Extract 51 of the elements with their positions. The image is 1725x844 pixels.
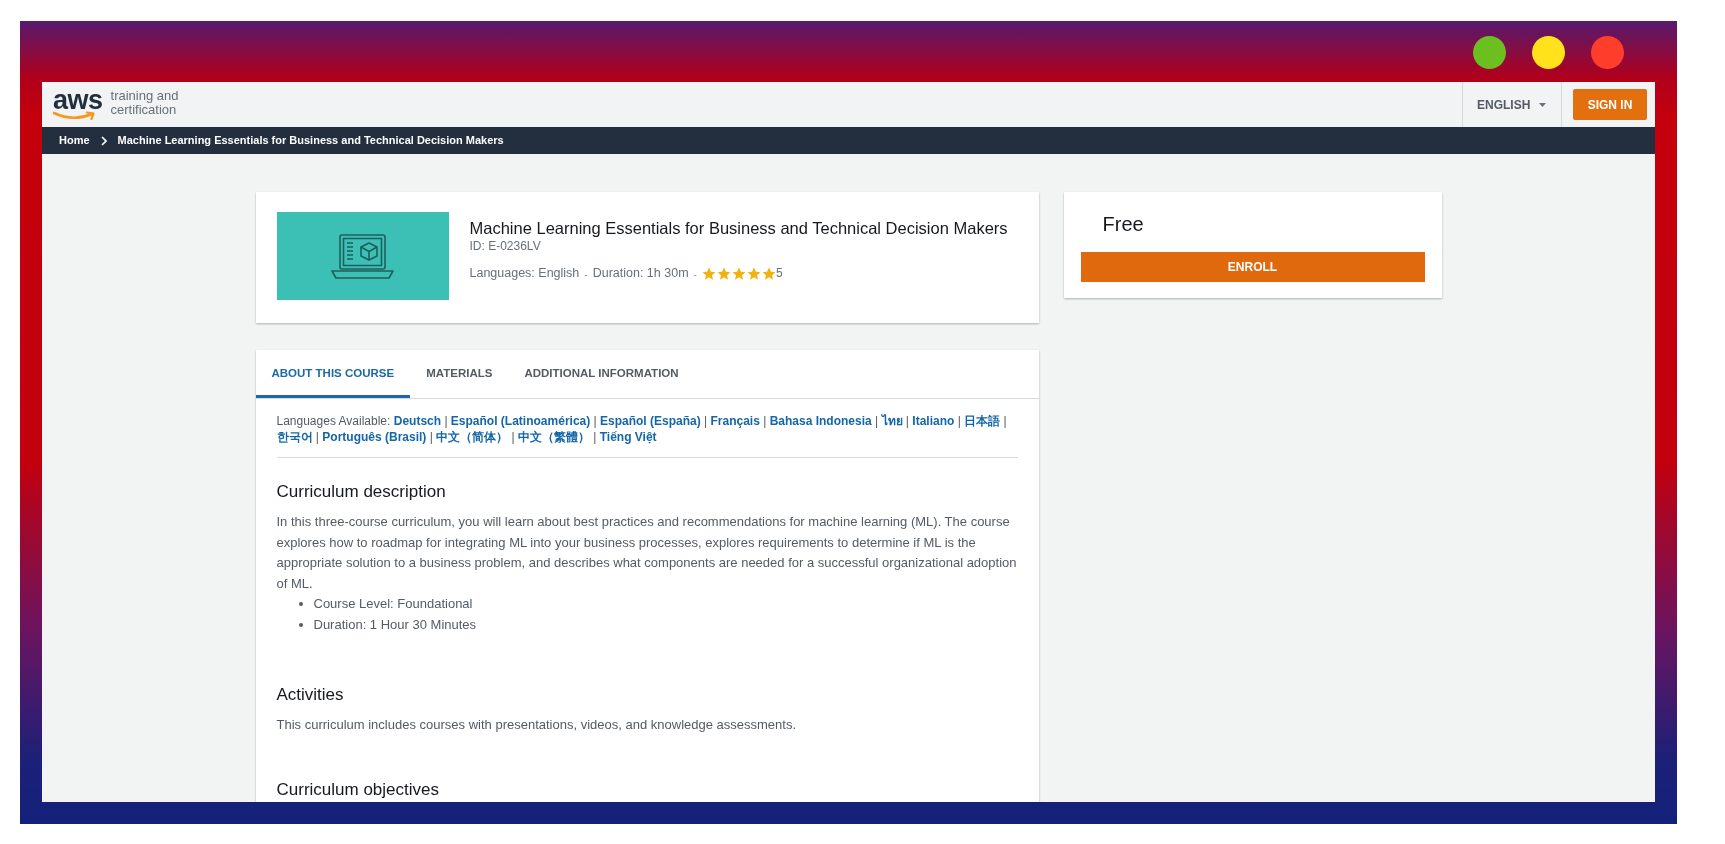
course-meta-text: Languages: English	[469, 265, 580, 282]
logo-tagline: training and certification	[110, 88, 179, 117]
languages-available-text: Languages Available: Deutsch | Español (Latinoamérica) | Español (España) | Français | Bahasa Indonesia | ไทย | Italiano | 日本語 | 한국어 | Português (Brasil) | 中文（简体） | 中文（繁體） | Tiếng Việt	[276, 413, 1008, 445]
language-link[interactable]: Português (Brasil)	[322, 430, 427, 444]
language-link[interactable]: Italiano	[912, 414, 955, 428]
language-link[interactable]: Bahasa Indonesia	[769, 414, 872, 428]
section-heading: Curriculum objectives	[276, 779, 440, 800]
meta-separator: -	[693, 267, 697, 282]
bullet-text: Course Level: Foundational	[313, 595, 473, 613]
smile-arrow-icon	[53, 111, 95, 120]
course-meta-text: Duration: 1h 30m	[592, 265, 689, 282]
language-link[interactable]: Español (España)	[600, 414, 701, 428]
section-heading: Activities	[276, 685, 345, 705]
language-link[interactable]: 日本語	[964, 414, 1001, 428]
course-id-text: ID: E-0236LV	[469, 238, 542, 254]
rating-value: 5	[775, 265, 783, 283]
caret-down-icon	[1539, 102, 1547, 107]
breadcrumb-link[interactable]: Home	[59, 132, 90, 149]
language-link[interactable]: ไทย	[881, 414, 903, 428]
bullet-icon	[298, 602, 303, 607]
bullet-icon	[298, 622, 303, 627]
language-link[interactable]: Tiếng Việt	[599, 430, 657, 444]
bullet-text: Duration: 1 Hour 30 Minutes	[313, 615, 477, 634]
course-tab[interactable]: ABOUT THIS COURSE	[255, 350, 411, 398]
course-title: Machine Learning Essentials for Business and Technical Decision Makers	[469, 218, 1008, 238]
star-icon	[761, 266, 776, 280]
language-link[interactable]: 中文（简体）	[436, 430, 509, 444]
chevron-right-icon	[100, 135, 107, 146]
course-tab[interactable]: MATERIALS	[410, 350, 509, 398]
window-control-icon[interactable]	[1532, 36, 1565, 69]
section-heading: Curriculum description	[276, 482, 447, 502]
star-icon	[746, 266, 761, 280]
language-link[interactable]: Français	[710, 414, 760, 428]
course-tab[interactable]: ADDITIONAL INFORMATION	[508, 350, 695, 398]
breadcrumb-current: Machine Learning Essentials for Business and Technical Decision Makers	[117, 133, 504, 149]
section-paragraph: This curriculum includes courses with presentations, videos, and knowledge assessments.	[276, 716, 798, 734]
window-control-icon[interactable]	[1473, 36, 1506, 69]
laptop-cube-icon	[331, 233, 394, 279]
section-paragraph: In this three-course curriculum, you will learn about best practices and recommendations for machine learning (ML). The course explores how to roadmap for integrating ML into your business processes, explores requirements to determine if ML is the appropriate solution to a business problem, and describes what components are needed for a successful organizational adoption of ML.	[276, 513, 1018, 593]
language-link[interactable]: Deutsch	[393, 414, 442, 428]
sign-in-button[interactable]: SIGN IN	[1573, 89, 1647, 120]
meta-separator: -	[584, 267, 588, 282]
star-icon	[701, 266, 716, 280]
price-text: Free	[1101, 212, 1145, 236]
star-icon	[716, 266, 731, 280]
logo-wordmark: aws	[53, 89, 103, 111]
language-link[interactable]: 한국어	[276, 430, 313, 444]
language-link[interactable]: Español (Latinoamérica)	[450, 414, 591, 428]
star-icon	[731, 266, 746, 280]
language-link[interactable]: 中文（繁體）	[517, 430, 590, 444]
enroll-button[interactable]: ENROLL	[1080, 252, 1425, 282]
